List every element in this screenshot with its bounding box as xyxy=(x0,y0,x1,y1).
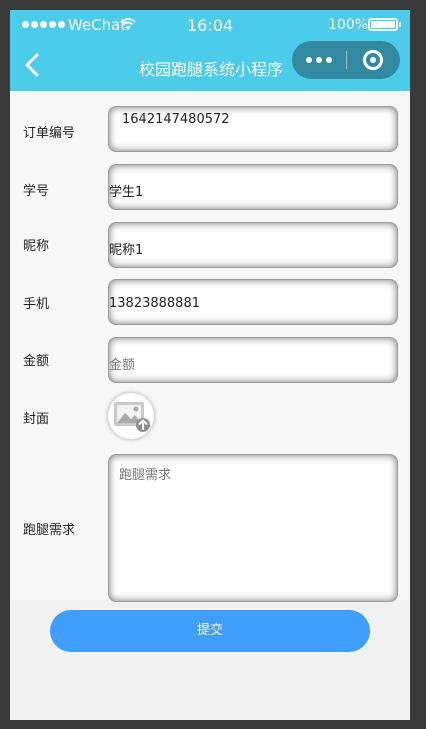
amount-placeholder: 金额 xyxy=(109,358,136,373)
nickname-value: 昵称1 xyxy=(109,243,144,258)
requirement-textarea[interactable]: 跑腿需求 xyxy=(108,454,398,602)
chevron-left-icon[interactable] xyxy=(20,52,46,78)
nickname-label: 昵称 xyxy=(23,239,50,254)
nickname-field[interactable]: 昵称1 xyxy=(108,222,398,268)
battery-icon xyxy=(368,18,401,31)
battery-percent: 100% xyxy=(328,17,369,33)
order-no-value: 1642147480572 xyxy=(122,112,230,127)
phone-value: 13823888881 xyxy=(109,296,200,311)
phone-field[interactable]: 13823888881 xyxy=(108,279,398,325)
order-no-field[interactable]: 1642147480572 xyxy=(108,106,398,152)
student-no-label: 学号 xyxy=(23,184,50,199)
target-close-icon[interactable] xyxy=(347,41,400,79)
cover-upload-button[interactable] xyxy=(108,393,154,439)
submit-button[interactable]: 提交 xyxy=(50,610,370,652)
image-upload-icon xyxy=(114,402,150,432)
amount-label: 金额 xyxy=(23,354,50,369)
requirement-placeholder: 跑腿需求 xyxy=(119,468,172,483)
student-no-field[interactable]: 学生1 xyxy=(108,164,398,210)
order-form: 订单编号 1642147480572 学号 学生1 昵称 昵称1 手机 1382… xyxy=(10,91,410,602)
phone-label: 手机 xyxy=(23,297,50,312)
mini-program-capsule xyxy=(292,41,400,79)
more-dots-icon[interactable] xyxy=(292,41,346,79)
cover-label: 封面 xyxy=(23,412,50,427)
status-bar: WeChat 16:04 100% xyxy=(10,10,410,42)
app-header: WeChat 16:04 100% 校园跑腿系统小程序 xyxy=(10,10,410,91)
phone-screen: WeChat 16:04 100% 校园跑腿系统小程序 订单编号 1642147… xyxy=(10,10,410,720)
student-no-value: 学生1 xyxy=(109,185,144,200)
order-no-label: 订单编号 xyxy=(23,126,76,141)
requirement-label: 跑腿需求 xyxy=(23,523,76,538)
amount-field[interactable]: 金额 xyxy=(108,337,398,383)
